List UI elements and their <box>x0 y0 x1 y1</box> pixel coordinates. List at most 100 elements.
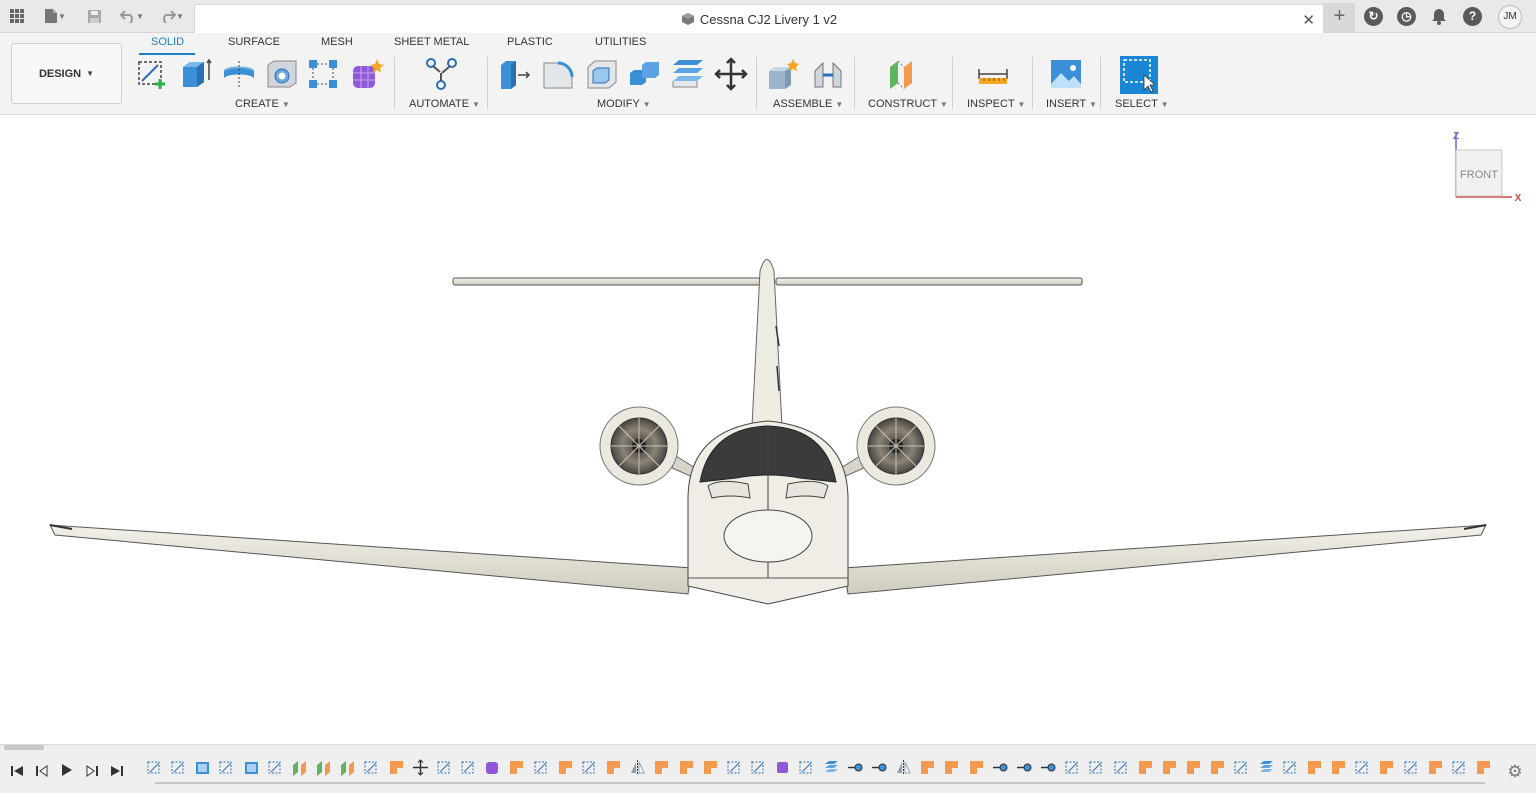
timeline-sketch-icon[interactable] <box>726 759 743 776</box>
timeline-feature-icon[interactable] <box>1330 759 1347 776</box>
revolve-icon[interactable] <box>222 57 256 91</box>
hole-icon[interactable] <box>265 57 299 91</box>
file-menu-button[interactable]: ▼ <box>40 7 70 25</box>
create-sketch-icon[interactable] <box>136 57 170 91</box>
timeline-plane-icon[interactable] <box>315 759 332 776</box>
timeline-sketch-icon[interactable] <box>533 759 550 776</box>
user-avatar[interactable]: JM <box>1498 5 1522 29</box>
document-tab[interactable]: Cessna CJ2 Livery 1 v2 ✕ <box>194 4 1324 33</box>
automate-graph-icon[interactable] <box>424 57 458 91</box>
aircraft-model[interactable] <box>0 116 1536 744</box>
timeline-plane-icon[interactable] <box>291 759 308 776</box>
timeline-feature-icon[interactable] <box>678 759 695 776</box>
timeline-feature-icon[interactable] <box>1475 759 1492 776</box>
timeline-move-icon[interactable] <box>412 759 429 776</box>
timeline-sketch-icon[interactable] <box>1354 759 1371 776</box>
save-icon[interactable] <box>85 7 103 25</box>
timeline-feature-icon[interactable] <box>1427 759 1444 776</box>
timeline-sketch-icon[interactable] <box>218 759 235 776</box>
fillet-icon[interactable] <box>541 57 575 91</box>
first-step-icon[interactable] <box>7 763 27 783</box>
timeline-sketch-icon[interactable] <box>267 759 284 776</box>
apps-grid-icon[interactable] <box>8 7 26 25</box>
timeline-sketch-icon[interactable] <box>1088 759 1105 776</box>
window-select-icon[interactable] <box>1120 56 1158 94</box>
combine-icon[interactable] <box>628 57 662 91</box>
timeline-sketch-icon[interactable] <box>1233 759 1250 776</box>
notifications-icon[interactable] <box>1430 7 1448 25</box>
tab-mesh[interactable]: MESH <box>321 36 353 48</box>
timeline-offset-icon[interactable] <box>823 759 840 776</box>
timeline-feature-icon[interactable] <box>388 759 405 776</box>
inspect-group-label[interactable]: INSPECT ▼ <box>967 98 1025 110</box>
insert-group-label[interactable]: INSERT ▼ <box>1046 98 1097 110</box>
timeline-joint-icon[interactable] <box>992 759 1009 776</box>
timeline-feature-icon[interactable] <box>557 759 574 776</box>
timeline-feature-icon[interactable] <box>919 759 936 776</box>
next-step-icon[interactable] <box>82 763 102 783</box>
offset-faces-icon[interactable] <box>671 57 705 91</box>
redo-button[interactable]: ▼ <box>157 7 187 25</box>
timeline-feature-icon[interactable] <box>702 759 719 776</box>
timeline-sketch-icon[interactable] <box>750 759 767 776</box>
timeline-feature-icon[interactable] <box>968 759 985 776</box>
timeline-form-icon[interactable] <box>774 759 791 776</box>
timeline-feature-icon[interactable] <box>1185 759 1202 776</box>
extrude-icon[interactable] <box>180 57 214 91</box>
timeline-feature-icon[interactable] <box>653 759 670 776</box>
timeline-track[interactable] <box>155 782 1485 784</box>
create-form-icon[interactable] <box>350 57 384 91</box>
timeline-form-icon[interactable] <box>484 759 501 776</box>
timeline-sketch-icon[interactable] <box>146 759 163 776</box>
insert-image-icon[interactable] <box>1049 57 1083 91</box>
extensions-icon[interactable]: ↻ <box>1364 7 1383 26</box>
timeline-sketch-icon[interactable] <box>170 759 187 776</box>
job-status-icon[interactable]: ◷ <box>1397 7 1416 26</box>
timeline-sketch-icon[interactable] <box>1113 759 1130 776</box>
press-pull-icon[interactable] <box>498 57 532 91</box>
construct-group-label[interactable]: CONSTRUCT ▼ <box>868 98 948 110</box>
new-component-icon[interactable] <box>767 57 801 91</box>
shell-icon[interactable] <box>585 57 619 91</box>
select-group-label[interactable]: SELECT ▼ <box>1115 98 1169 110</box>
timeline-joint-icon[interactable] <box>847 759 864 776</box>
move-copy-icon[interactable] <box>714 57 748 91</box>
play-icon[interactable] <box>57 763 77 783</box>
timeline-feature-icon[interactable] <box>1137 759 1154 776</box>
3d-viewport[interactable]: FRONT Z X <box>0 116 1536 744</box>
workspace-switcher[interactable]: DESIGN ▼ <box>11 43 122 104</box>
timeline-sketch-icon[interactable] <box>1451 759 1468 776</box>
timeline-sketch-icon[interactable] <box>798 759 815 776</box>
timeline-offset-icon[interactable] <box>1258 759 1275 776</box>
modify-group-label[interactable]: MODIFY ▼ <box>597 98 651 110</box>
timeline-extrude-icon[interactable] <box>243 759 260 776</box>
timeline-joint-icon[interactable] <box>1016 759 1033 776</box>
timeline-joint-icon[interactable] <box>1040 759 1057 776</box>
timeline-feature-icon[interactable] <box>605 759 622 776</box>
timeline-sketch-icon[interactable] <box>1282 759 1299 776</box>
timeline-feature-icon[interactable] <box>1209 759 1226 776</box>
viewcube[interactable]: FRONT Z X <box>1446 130 1524 206</box>
timeline-extrude-icon[interactable] <box>194 759 211 776</box>
automate-group-label[interactable]: AUTOMATE ▼ <box>409 98 480 110</box>
timeline-feature-icon[interactable] <box>1161 759 1178 776</box>
timeline-scrollbar[interactable] <box>4 745 44 750</box>
timeline-feature-icon[interactable] <box>508 759 525 776</box>
help-icon[interactable]: ? <box>1463 7 1482 26</box>
previous-step-icon[interactable] <box>32 763 52 783</box>
tab-sheet-metal[interactable]: SHEET METAL <box>394 36 469 48</box>
last-step-icon[interactable] <box>107 763 127 783</box>
timeline-sketch-icon[interactable] <box>436 759 453 776</box>
tab-surface[interactable]: SURFACE <box>228 36 280 48</box>
timeline-feature-icon[interactable] <box>1306 759 1323 776</box>
tab-solid[interactable]: SOLID <box>151 36 184 48</box>
timeline-mirror-icon[interactable] <box>895 759 912 776</box>
measure-icon[interactable] <box>976 57 1010 91</box>
timeline-feature-icon[interactable] <box>1378 759 1395 776</box>
timeline-sketch-icon[interactable] <box>581 759 598 776</box>
timeline-sketch-icon[interactable] <box>460 759 477 776</box>
timeline-feature-icon[interactable] <box>943 759 960 776</box>
timeline-sketch-icon[interactable] <box>1403 759 1420 776</box>
timeline-sketch-icon[interactable] <box>1064 759 1081 776</box>
new-tab-button[interactable]: + <box>1324 3 1355 32</box>
